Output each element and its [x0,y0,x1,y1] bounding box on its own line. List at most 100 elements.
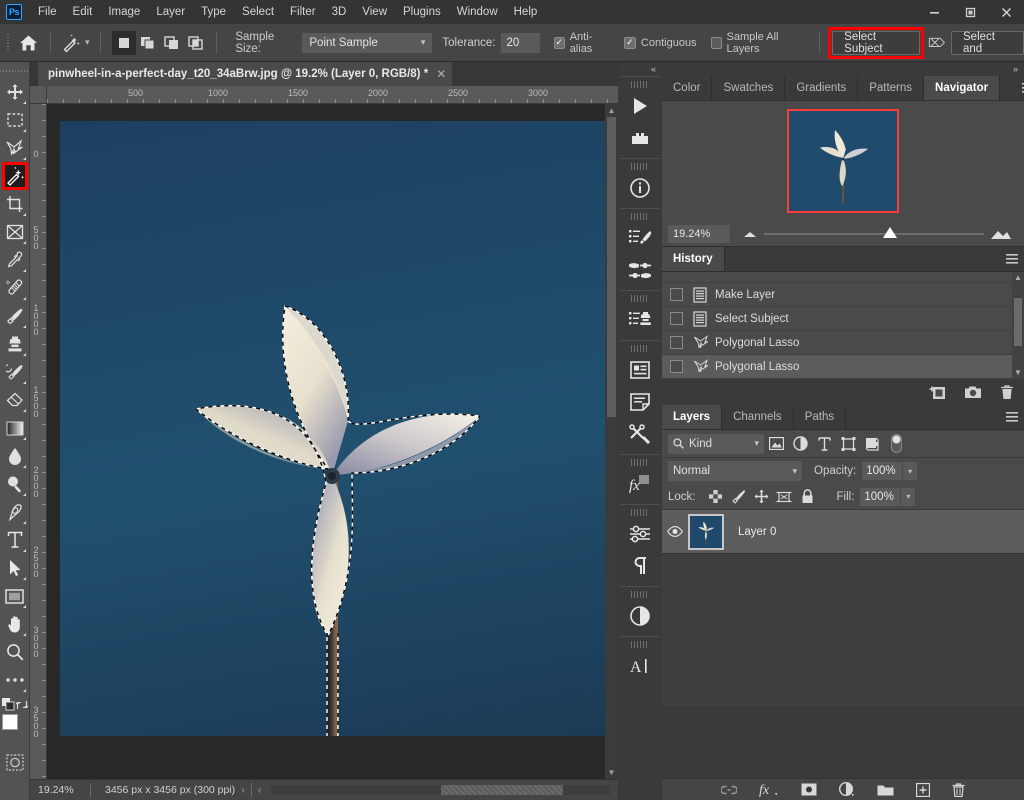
lasso-tool[interactable] [2,134,28,162]
foreground-color-swatch[interactable] [2,714,18,730]
history-item[interactable]: Select Subject [662,307,1024,331]
filter-adjustment-icon[interactable] [788,433,812,455]
filter-pixel-icon[interactable] [764,433,788,455]
close-button[interactable] [988,0,1024,24]
tab-color[interactable]: Color [662,76,712,100]
new-group-icon[interactable] [877,783,894,796]
history-snapshot-checkbox[interactable] [670,360,683,373]
history-panel-menu-icon[interactable] [1000,247,1024,271]
tab-history[interactable]: History [662,247,725,271]
filter-shape-icon[interactable] [836,433,860,455]
new-selection-button[interactable] [112,31,136,55]
anti-alias-checkbox[interactable]: ✓ Anti-alias [554,31,610,55]
tab-channels[interactable]: Channels [722,405,794,429]
lock-all-icon[interactable] [796,487,819,507]
fill-chevron-down-icon[interactable]: ▾ [900,488,915,506]
zoom-in-icon[interactable] [990,228,1012,240]
brush-settings-icon[interactable] [623,222,657,254]
rectangular-marquee-tool[interactable] [2,106,28,134]
menu-item-layer[interactable]: Layer [148,2,193,22]
history-scrollbar-thumb[interactable] [1014,298,1022,346]
rectangle-tool[interactable] [2,582,28,610]
dock-grip[interactable] [631,163,649,170]
menu-item-view[interactable]: View [354,2,395,22]
new-layer-icon[interactable] [916,783,930,797]
canvas-vertical-scrollbar[interactable]: ▲ ▼ [605,104,618,779]
scroll-down-icon[interactable]: ▼ [605,766,618,779]
history-snapshot-checkbox[interactable] [670,336,683,349]
layer-style-fx-icon[interactable]: fx [759,782,779,797]
subtract-from-selection-button[interactable] [160,31,184,55]
path-selection-tool[interactable] [2,554,28,582]
filter-smartobject-icon[interactable] [860,433,884,455]
tab-patterns[interactable]: Patterns [858,76,924,100]
blur-tool[interactable] [2,442,28,470]
delete-layer-icon[interactable] [952,783,965,797]
fx-styles-icon[interactable]: fx [623,468,657,500]
sample-all-layers-checkbox[interactable]: Sample All Layers [711,31,806,55]
create-document-from-state-icon[interactable] [929,385,946,400]
history-snapshot-checkbox[interactable] [670,312,683,325]
character-icon[interactable]: A [623,650,657,682]
tolerance-input[interactable]: 20 [501,33,539,53]
tab-paths[interactable]: Paths [794,405,846,429]
dock-grip[interactable] [631,459,649,466]
home-icon[interactable] [15,28,42,58]
layer-visibility-eye-icon[interactable] [662,526,688,537]
navigator-thumbnail[interactable] [787,109,899,213]
menu-item-3d[interactable]: 3D [324,2,355,22]
info-icon[interactable] [623,172,657,204]
lock-artboard-icon[interactable] [773,487,796,507]
lock-transparency-icon[interactable] [704,487,727,507]
dock-grip[interactable] [631,509,649,516]
active-tool-preset[interactable]: ▾ [59,28,92,58]
layers-panel-menu-icon[interactable] [1000,405,1024,429]
history-brush-tool[interactable] [2,358,28,386]
filter-toggle-icon[interactable] [884,433,908,455]
dock-grip[interactable] [631,81,649,88]
magic-wand-tool[interactable] [2,162,28,190]
history-item[interactable]: Polygonal Lasso [662,355,1024,379]
document-tab[interactable]: pinwheel-in-a-perfect-day_t20_34aBrw.jpg… [38,62,452,86]
status-zoom-value[interactable]: 19.24% [30,784,90,796]
lock-position-icon[interactable] [750,487,773,507]
gradient-tool[interactable] [2,414,28,442]
history-item[interactable]: Make Layer [662,283,1024,307]
menu-item-filter[interactable]: Filter [282,2,324,22]
clone-source-icon[interactable] [623,304,657,336]
layer-row[interactable]: Layer 0 [662,510,1024,554]
history-scroll-up-icon[interactable]: ▲ [1012,272,1024,284]
eyedropper-tool[interactable] [2,246,28,274]
crop-tool[interactable] [2,190,28,218]
menu-item-select[interactable]: Select [234,2,282,22]
close-icon[interactable]: ✕ [436,67,446,81]
menu-item-edit[interactable]: Edit [65,2,101,22]
layer-filter-kind-select[interactable]: Kind ▾ [668,434,764,454]
properties-icon[interactable] [623,354,657,386]
menu-item-help[interactable]: Help [506,2,546,22]
new-adjustment-layer-icon[interactable] [839,782,855,798]
contiguous-checkbox[interactable]: ✓ Contiguous [624,37,697,49]
vertical-ruler[interactable]: 0 500 1000 1500 2000 2500 3000 3500 [30,104,47,779]
edit-toolbar-button[interactable] [2,666,28,694]
history-scrollbar[interactable]: ▲ ▼ [1012,272,1024,379]
menu-item-file[interactable]: File [30,2,65,22]
zoom-out-icon[interactable] [742,229,758,238]
tab-layers[interactable]: Layers [662,405,722,429]
sample-size-select[interactable]: Point Sample ▾ [302,33,432,53]
add-layer-mask-icon[interactable] [801,783,817,796]
frame-tool[interactable] [2,218,28,246]
dock-grip[interactable] [631,213,649,220]
zoom-tool[interactable] [2,638,28,666]
select-subject-button[interactable]: Select Subject [832,31,920,55]
canvas-area[interactable]: ▲ ▼ [47,104,618,779]
history-item[interactable]: Polygonal Lasso [662,331,1024,355]
type-tool[interactable] [2,526,28,554]
ruler-corner[interactable] [30,86,47,104]
dock-grip[interactable] [631,641,649,648]
swap-colors-icon[interactable] [16,699,28,711]
tab-gradients[interactable]: Gradients [785,76,858,100]
tools-panel-grip[interactable] [0,66,29,76]
paragraph-icon[interactable] [623,550,657,582]
expand-panels-icon[interactable]: » [1013,64,1018,74]
